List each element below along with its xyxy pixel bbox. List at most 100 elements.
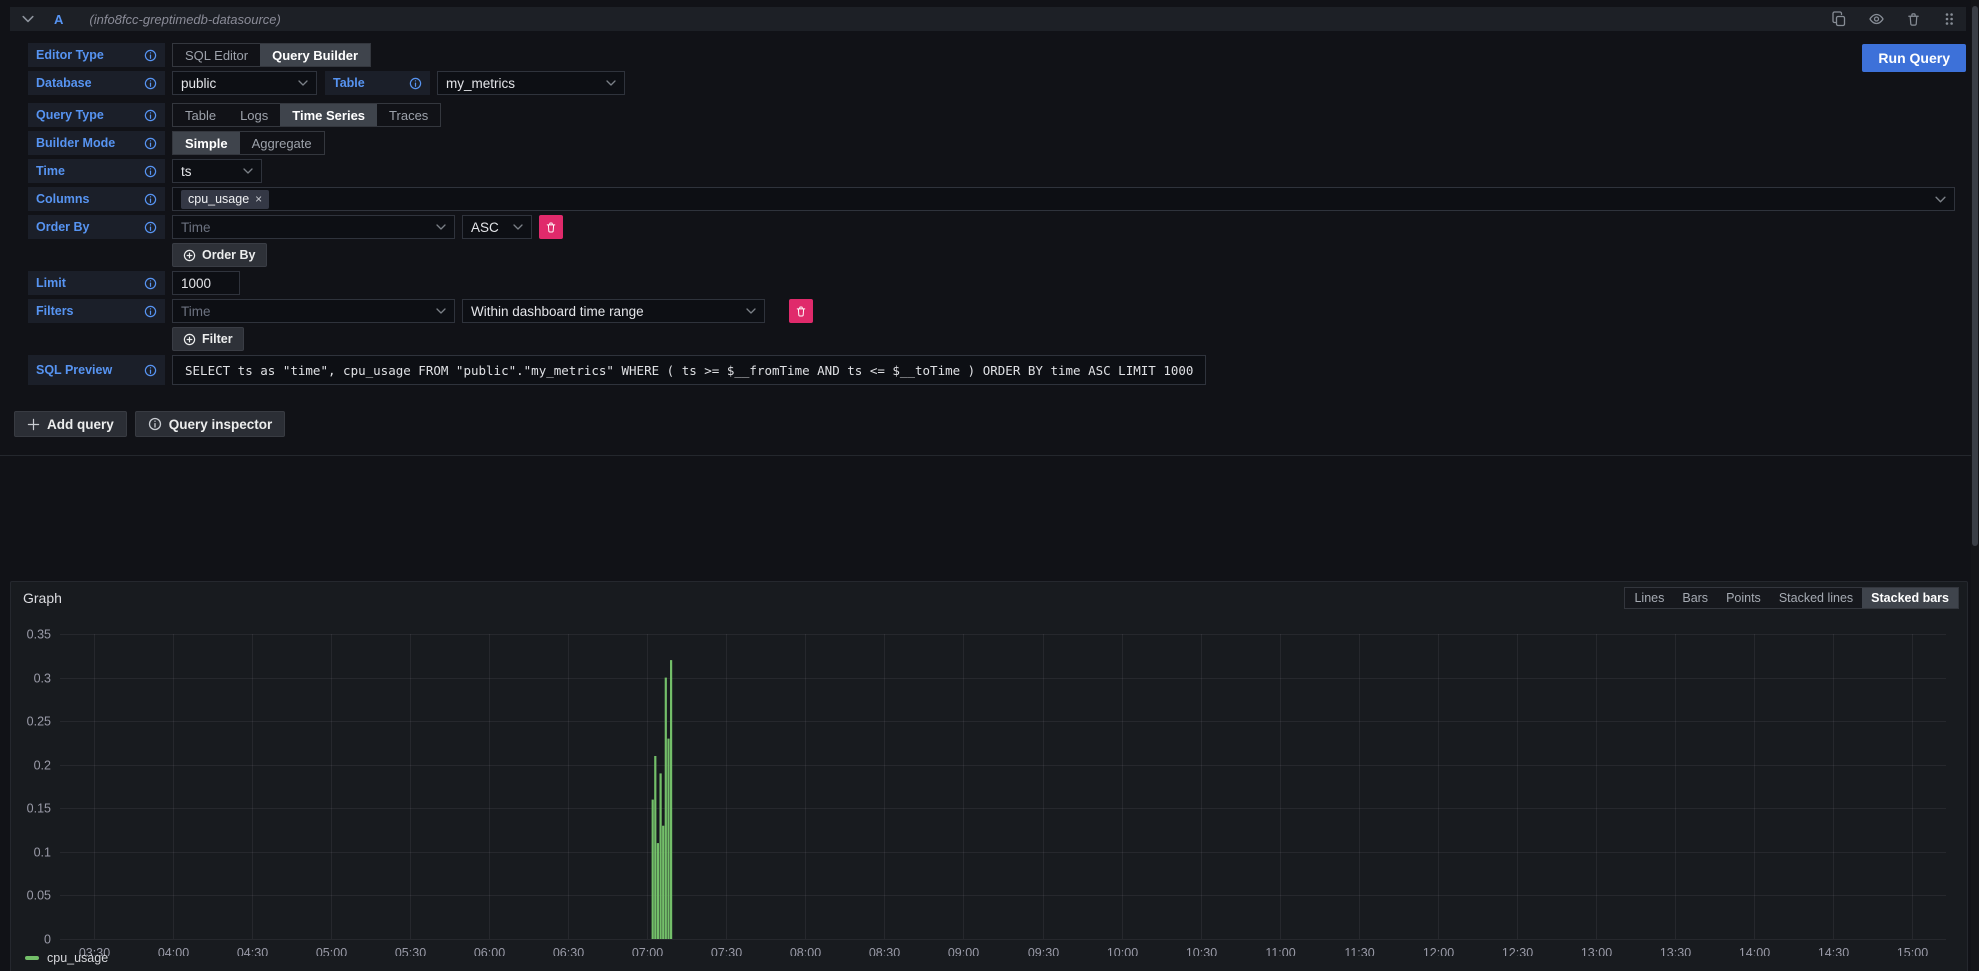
order-by-row: Order By Time ASC (28, 215, 1955, 239)
y-tick-label: 0.35 (27, 628, 51, 642)
time-column-select[interactable]: ts (172, 159, 262, 183)
x-tick-label: 04:00 (158, 946, 189, 956)
x-tick-label: 06:00 (474, 946, 505, 956)
database-table-row: Database public Table my_metrics (28, 71, 1955, 95)
limit-label: Limit (28, 271, 165, 295)
columns-row: Columns cpu_usage× (28, 187, 1955, 211)
x-tick-label: 07:30 (711, 946, 742, 956)
series-cpu_usage-bars (652, 660, 673, 939)
query-builder-form: Editor Type SQL EditorQuery Builder Data… (10, 37, 1966, 385)
chevron-down-icon (428, 224, 446, 230)
chip-label: cpu_usage (188, 192, 249, 206)
columns-multiselect[interactable]: cpu_usage × (172, 187, 1955, 211)
bar-cpu_usage-07:07[interactable] (665, 678, 667, 939)
builder-mode-row: Builder Mode SimpleAggregate (28, 131, 1955, 155)
order-by-direction-select[interactable]: ASC (462, 215, 532, 239)
info-icon[interactable] (144, 305, 157, 318)
x-tick-label: 08:00 (790, 946, 821, 956)
bar-cpu_usage-07:06[interactable] (662, 826, 664, 939)
y-tick-label: 0.1 (34, 846, 51, 860)
toggle-visibility-eye-icon[interactable] (1868, 11, 1885, 27)
chevron-down-icon (598, 80, 616, 86)
limit-row: Limit (28, 271, 1955, 295)
info-icon[interactable] (144, 77, 157, 90)
chevron-down-icon (235, 168, 253, 174)
query-inspector-button[interactable]: Query inspector (135, 411, 286, 437)
query-type-row: Query Type TableLogsTime SeriesTraces (28, 103, 1955, 127)
info-icon[interactable] (409, 77, 422, 90)
circle-plus-icon (183, 249, 196, 262)
info-icon[interactable] (144, 137, 157, 150)
bar-cpu_usage-07:08[interactable] (667, 739, 669, 939)
y-tick-label: 0.3 (34, 672, 51, 686)
bar-cpu_usage-07:09[interactable] (670, 660, 672, 939)
duplicate-query-icon[interactable] (1831, 11, 1847, 27)
legend-label: cpu_usage (47, 951, 108, 965)
option-stacked-bars[interactable]: Stacked bars (1862, 588, 1958, 608)
chevron-down-icon (428, 308, 446, 314)
scrollbar-thumb[interactable] (1972, 6, 1978, 546)
limit-input[interactable] (172, 271, 240, 295)
sql-preview-code: SELECT ts as "time", cpu_usage FROM "pub… (172, 355, 1206, 385)
option-sql-editor[interactable]: SQL Editor (173, 44, 260, 66)
x-tick-label: 15:00 (1897, 946, 1928, 956)
order-by-label: Order By (28, 215, 165, 239)
remove-order-by-button[interactable] (539, 215, 563, 239)
option-stacked-lines[interactable]: Stacked lines (1770, 588, 1862, 608)
filter-field-select[interactable]: Time (172, 299, 455, 323)
info-icon[interactable] (144, 193, 157, 206)
query-row-header[interactable]: A (info8fcc-greptimedb-datasource) (10, 7, 1966, 31)
option-table[interactable]: Table (173, 104, 228, 126)
add-filter-button[interactable]: Filter (172, 327, 244, 351)
option-logs[interactable]: Logs (228, 104, 280, 126)
y-tick-label: 0.2 (34, 759, 51, 773)
sql-preview-row: SQL Preview SELECT ts as "time", cpu_usa… (28, 355, 1955, 385)
bar-cpu_usage-07:05[interactable] (660, 773, 662, 939)
info-icon[interactable] (144, 221, 157, 234)
column-chip-cpu_usage[interactable]: cpu_usage × (181, 190, 269, 209)
add-order-by-row: Order By (28, 243, 1955, 267)
remove-filter-button[interactable] (789, 299, 813, 323)
y-tick-label: 0.25 (27, 715, 51, 729)
order-by-field-select[interactable]: Time (172, 215, 455, 239)
info-icon[interactable] (144, 277, 157, 290)
info-icon[interactable] (144, 165, 157, 178)
legend-color-swatch (25, 956, 39, 960)
time-row: Time ts (28, 159, 1955, 183)
bar-cpu_usage-07:02[interactable] (652, 800, 654, 939)
graph-panel: Graph LinesBarsPointsStacked linesStacke… (10, 581, 1968, 971)
x-tick-label: 11:00 (1265, 946, 1295, 956)
option-lines[interactable]: Lines (1625, 588, 1673, 608)
legend-item-cpu_usage[interactable]: cpu_usage (25, 951, 108, 965)
option-simple[interactable]: Simple (173, 132, 240, 154)
add-order-by-button[interactable]: Order By (172, 243, 267, 267)
table-select[interactable]: my_metrics (437, 71, 625, 95)
chevron-down-icon (290, 80, 308, 86)
info-circle-icon (148, 417, 162, 431)
add-query-button[interactable]: Add query (14, 411, 127, 437)
x-tick-label: 13:00 (1581, 946, 1612, 956)
chevron-down-icon (738, 308, 756, 314)
option-bars[interactable]: Bars (1673, 588, 1717, 608)
drag-handle-icon[interactable] (1942, 11, 1956, 27)
option-points[interactable]: Points (1717, 588, 1770, 608)
bar-cpu_usage-07:04[interactable] (657, 843, 659, 939)
info-icon[interactable] (144, 364, 157, 377)
collapse-query-chevron[interactable] (22, 15, 34, 23)
datasource-name: (info8fcc-greptimedb-datasource) (89, 12, 280, 27)
bar-cpu_usage-07:03[interactable] (654, 756, 656, 939)
remove-chip-icon[interactable]: × (255, 192, 262, 206)
delete-query-trash-icon[interactable] (1906, 12, 1921, 27)
option-traces[interactable]: Traces (377, 104, 440, 126)
filters-row: Filters Time Within dashboard time range (28, 299, 1955, 323)
filter-condition-select[interactable]: Within dashboard time range (462, 299, 765, 323)
option-time-series[interactable]: Time Series (280, 104, 377, 126)
option-query-builder[interactable]: Query Builder (260, 44, 370, 66)
info-icon[interactable] (144, 49, 157, 62)
database-select[interactable]: public (172, 71, 317, 95)
option-aggregate[interactable]: Aggregate (240, 132, 324, 154)
chevron-down-icon (1935, 196, 1946, 203)
x-tick-label: 14:00 (1739, 946, 1770, 956)
editor-type-toggle: SQL EditorQuery Builder (172, 43, 371, 67)
info-icon[interactable] (144, 109, 157, 122)
